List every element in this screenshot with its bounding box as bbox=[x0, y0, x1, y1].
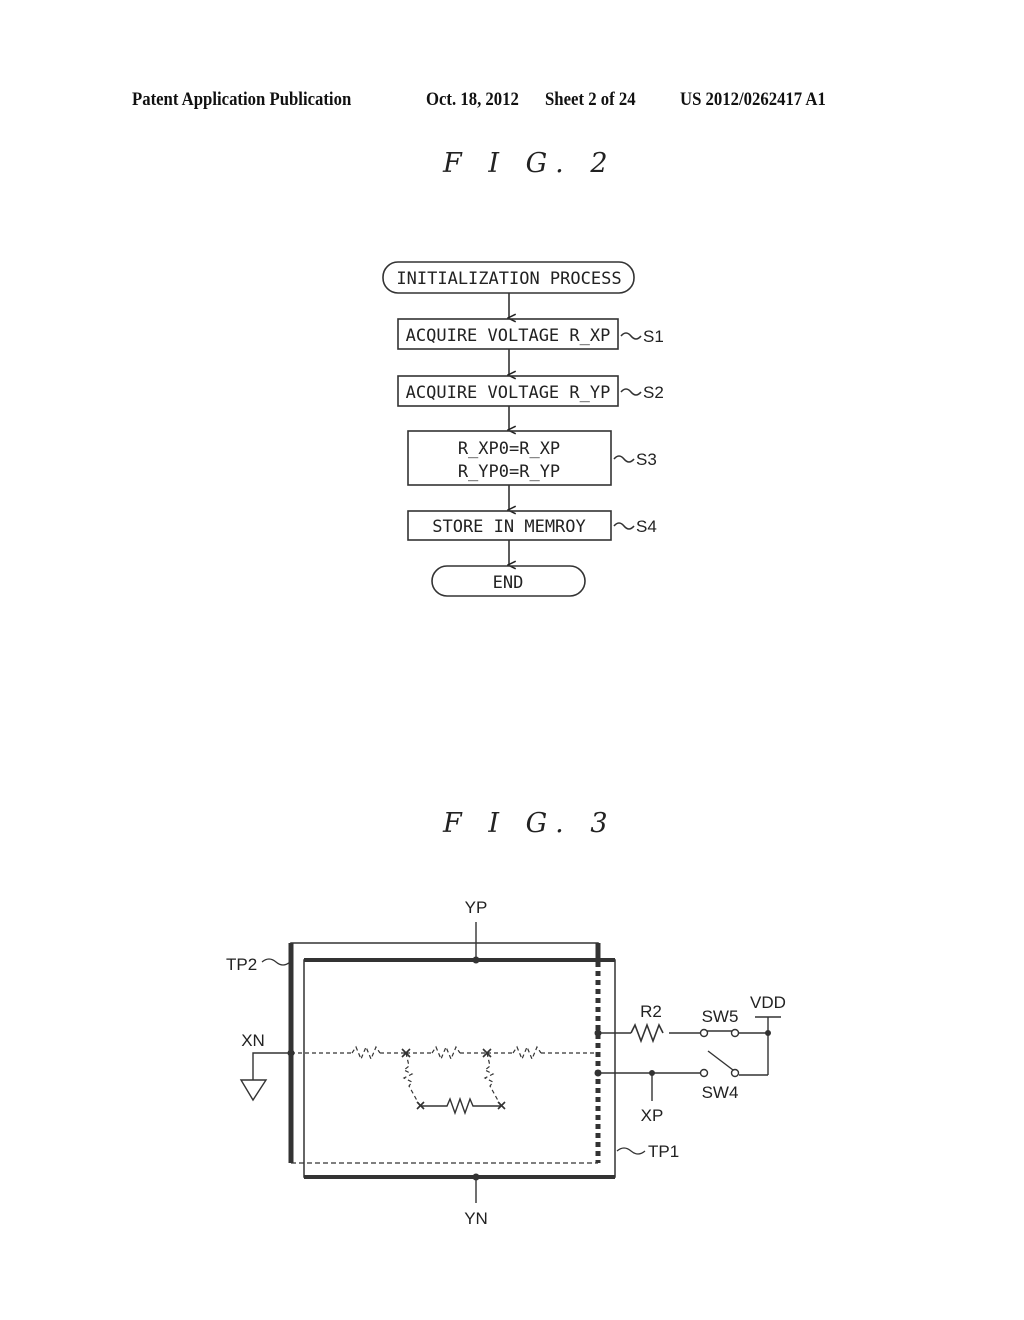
step-s3-text-line1: R_XP0=R_XP bbox=[458, 439, 560, 459]
ref-leader-s1 bbox=[620, 332, 642, 340]
label-vdd: VDD bbox=[750, 993, 786, 1012]
sw5-contact-left bbox=[699, 1028, 709, 1038]
label-tp2: TP2 bbox=[226, 955, 257, 974]
label-sw4: SW4 bbox=[702, 1083, 739, 1102]
internal-resistor-network bbox=[291, 1045, 598, 1107]
label-yn: YN bbox=[464, 1209, 488, 1228]
label-xp: XP bbox=[641, 1106, 664, 1125]
sw4-contact-left bbox=[699, 1068, 709, 1078]
yn-node bbox=[472, 1173, 480, 1181]
ref-s3: S3 bbox=[636, 450, 657, 469]
ref-leader-s2 bbox=[620, 388, 642, 396]
ref-s2: S2 bbox=[643, 383, 664, 402]
step-s1-text: ACQUIRE VOLTAGE R_XP bbox=[406, 326, 611, 346]
step-s4-text: STORE IN MEMROY bbox=[432, 517, 586, 537]
label-sw5: SW5 bbox=[702, 1007, 739, 1026]
label-r2: R2 bbox=[640, 1002, 662, 1021]
cross-nodes bbox=[401, 1048, 506, 1110]
ref-s1: S1 bbox=[643, 327, 664, 346]
yp-node bbox=[472, 956, 480, 964]
label-yp: YP bbox=[465, 898, 488, 917]
contact-resistor bbox=[421, 1096, 501, 1116]
sw4-blade bbox=[707, 1050, 734, 1071]
sw5-contact-right bbox=[730, 1028, 740, 1038]
end-label: END bbox=[493, 573, 524, 593]
xn-wire bbox=[252, 1052, 291, 1080]
start-label: INITIALIZATION PROCESS bbox=[396, 269, 621, 289]
ref-leader-s4 bbox=[613, 522, 635, 530]
ref-leader-s3 bbox=[613, 455, 635, 463]
tp1-panel bbox=[303, 959, 616, 1178]
flowchart bbox=[382, 261, 642, 597]
label-xn: XN bbox=[241, 1031, 265, 1050]
label-tp1: TP1 bbox=[648, 1142, 679, 1161]
ref-s4: S4 bbox=[636, 517, 657, 536]
drawing-canvas: INITIALIZATION PROCESS ACQUIRE VOLTAGE R… bbox=[226, 261, 786, 1228]
step-s3-text-line2: R_YP0=R_YP bbox=[458, 462, 560, 482]
ground-icon bbox=[239, 1079, 268, 1102]
circuit-diagram bbox=[239, 922, 781, 1203]
tp2-leader bbox=[261, 958, 291, 966]
step-s2-text: ACQUIRE VOLTAGE R_YP bbox=[406, 383, 611, 403]
r2-resistor bbox=[630, 1022, 664, 1044]
sw4-contact-right bbox=[730, 1068, 740, 1078]
tp1-leader bbox=[616, 1147, 646, 1155]
